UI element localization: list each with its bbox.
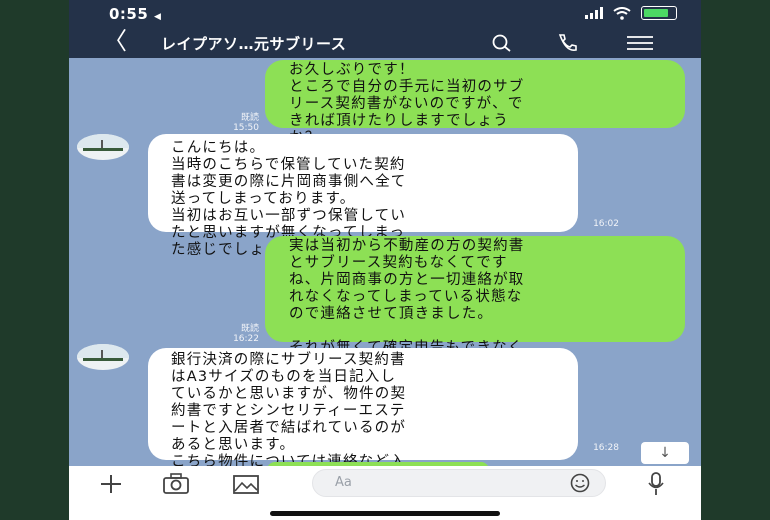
menu-icon[interactable] (625, 33, 655, 53)
home-indicator[interactable] (270, 511, 500, 516)
status-time: 0:55 ◀ (109, 5, 162, 23)
status-bar: 0:55 ◀ (69, 0, 701, 28)
chat-title[interactable]: レイプアソ…元サブリース (161, 33, 346, 54)
status-indicators (585, 6, 677, 20)
battery-level (644, 9, 668, 17)
emoji-icon[interactable] (569, 473, 591, 493)
read-receipt: 既読 (240, 113, 259, 123)
message-meta: 既読 15:50 (219, 113, 259, 133)
location-icon: ◀ (154, 12, 162, 22)
contact-avatar[interactable] (77, 134, 129, 160)
phone-screen: 0:55 ◀ 〈 レイプアソ…元サブリース 既読 15:50 お久しぶりです！ … (69, 0, 701, 520)
message-meta: 16:02 (579, 219, 619, 229)
read-receipt: 既読 (240, 324, 259, 334)
received-message-bubble[interactable]: こんにちは。 当時のこちらで保管していた契約 書は変更の際に片岡商事側へ全て 送… (148, 134, 578, 258)
message-input[interactable]: Aa (312, 469, 606, 497)
image-icon[interactable] (231, 471, 261, 495)
back-button[interactable]: 〈 (103, 29, 127, 53)
battery-icon (641, 6, 677, 20)
received-message-bubble[interactable]: 銀行決済の際にサブリース契約書 はA3サイズのものを当日記入し ているかと思いま… (148, 348, 578, 487)
arrow-down-icon: ↓ (659, 445, 671, 461)
sent-message-bubble[interactable]: 実は当初から不動産の方の契約書 とサブリース契約もなくてです ね、片岡商事の方と… (265, 236, 685, 373)
message-meta: 既読 16:22 (219, 324, 259, 344)
message-time: 15:50 (233, 123, 259, 133)
sent-message-bubble[interactable]: お久しぶりです！ ところで自分の手元に当初のサブ リース契約書がないのですが、で… (265, 60, 685, 146)
message-time: 16:22 (233, 334, 259, 344)
search-icon[interactable] (491, 33, 513, 53)
wifi-icon (613, 6, 631, 20)
plus-icon[interactable] (97, 471, 125, 495)
camera-icon[interactable] (161, 471, 191, 495)
signal-icon (585, 7, 603, 19)
message-meta: 16:28 (579, 443, 619, 453)
message-input-placeholder: Aa (335, 475, 352, 490)
microphone-icon[interactable] (645, 471, 667, 497)
message-time: 16:28 (593, 443, 619, 453)
chat-area[interactable]: 既読 15:50 お久しぶりです！ ところで自分の手元に当初のサブ リース契約書… (69, 58, 701, 487)
phone-icon[interactable] (556, 33, 578, 53)
message-time: 16:02 (593, 219, 619, 229)
contact-avatar[interactable] (77, 344, 129, 370)
scroll-down-button[interactable]: ↓ (641, 442, 689, 464)
chat-header: 〈 レイプアソ…元サブリース (69, 28, 701, 58)
